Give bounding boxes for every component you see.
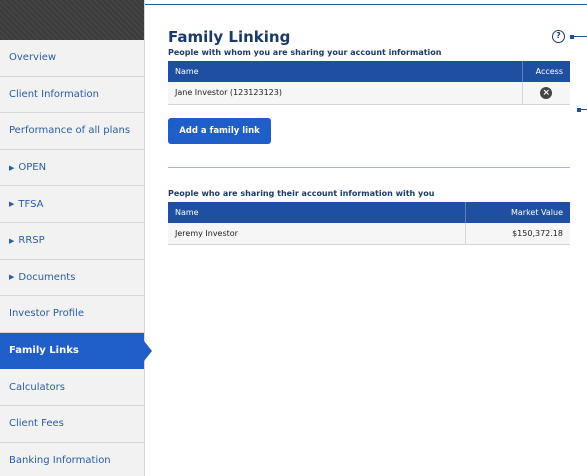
column-header-access: Access [521,61,570,82]
sidebar-item-label: Family Links [9,345,79,357]
sidebar-item-client-information[interactable]: Client Information [0,76,144,114]
sharing-with-title: People with whom you are sharing your ac… [168,48,442,57]
callout-line [574,36,587,37]
sidebar-item-documents[interactable]: ▶ Documents [0,259,144,297]
sidebar-item-label: OPEN [18,162,47,174]
access-cell: × [521,82,570,105]
sidebar-item-label: Client Information [9,88,100,100]
sharing-with-table: Name Access Jane Investor (123123123) × [168,61,570,105]
table-row: Jane Investor (123123123) × [168,82,570,105]
sharing-from-title: People who are sharing their account inf… [168,188,435,198]
callout-line [581,109,587,110]
sidebar-nav: Overview Client Information Performance … [0,0,145,476]
sidebar-item-label: Calculators [9,381,65,393]
table-header-row: Name Market Value [168,201,570,223]
sidebar-item-rrsp[interactable]: ▶ RRSP [0,222,144,260]
sharing-person-name: Jeremy Investor [168,222,465,245]
add-family-link-button[interactable]: Add a family link [168,117,271,144]
sharing-from-table: Name Market Value Jeremy Investor $150,3… [168,201,570,245]
sidebar-item-investor-profile[interactable]: Investor Profile [0,296,144,333]
sidebar-item-open[interactable]: ▶ OPEN [0,149,144,187]
sidebar-item-tfsa[interactable]: ▶ TFSA [0,186,144,223]
caret-right-icon: ▶ [9,236,15,245]
sidebar-item-label: Documents [18,271,76,283]
column-header-market-value: Market Value [464,201,570,223]
column-header-name: Name [168,61,522,82]
caret-right-icon: ▶ [9,273,15,282]
sidebar-item-label: Banking Information [9,454,111,466]
section-divider [168,166,570,168]
column-header-name: Name [168,201,465,223]
sidebar-item-label: RRSP [18,235,45,247]
sidebar-item-label: Performance of all plans [9,125,131,137]
sidebar-item-banking-information[interactable]: Banking Information [0,442,144,476]
page-title: Family Linking [168,28,291,46]
main-content: Family Linking People with whom you are … [168,28,570,245]
sidebar-item-label: Investor Profile [9,308,84,320]
linked-person-name: Jane Investor (123123123) [168,82,522,105]
caret-right-icon: ▶ [9,163,15,172]
table-row: Jeremy Investor $150,372.18 [168,222,570,245]
sidebar-item-label: Overview [9,52,57,64]
table-header-row: Name Access [168,61,570,82]
sidebar-item-client-fees[interactable]: Client Fees [0,405,144,443]
sidebar-header-pattern [0,0,144,40]
sidebar-item-performance[interactable]: Performance of all plans [0,113,144,150]
sidebar-item-label: TFSA [18,198,44,210]
market-value: $150,372.18 [464,222,570,245]
sidebar-item-overview[interactable]: Overview [0,40,144,77]
caret-right-icon: ▶ [9,200,15,209]
top-border [145,4,587,5]
remove-circle-icon[interactable]: × [540,86,553,99]
sidebar-item-family-links[interactable]: Family Links [0,332,144,370]
sidebar-item-label: Client Fees [9,418,64,430]
sidebar-item-calculators[interactable]: Calculators [0,369,144,406]
